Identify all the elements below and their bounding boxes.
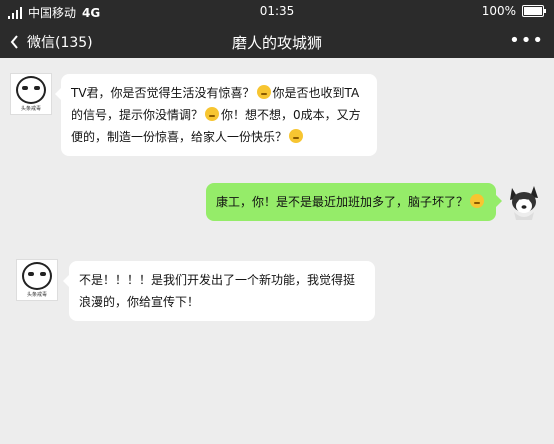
smile-emoji-icon bbox=[256, 85, 271, 99]
husky-dog-icon bbox=[510, 186, 538, 220]
avatar-caption: 头条戒毒 bbox=[20, 106, 41, 112]
avatar-caption: 头条戒毒 bbox=[26, 292, 47, 298]
message-text: 不是！！！！是我们开发出了一个新功能，我觉得挺浪漫的，你给宣传下！ bbox=[79, 273, 356, 309]
message-bubble[interactable]: 不是！！！！是我们开发出了一个新功能，我觉得挺浪漫的，你给宣传下！ bbox=[63, 261, 375, 321]
more-options-icon[interactable]: ••• bbox=[509, 30, 544, 51]
status-right: 100% bbox=[481, 4, 546, 18]
smile-emoji-icon bbox=[470, 194, 485, 208]
status-time: 01:35 bbox=[259, 4, 295, 18]
back-button[interactable]: 微信(135) bbox=[10, 32, 93, 52]
message-bubble[interactable]: 康工，你！是不是最近加班加多了，脑子坏了？ bbox=[206, 183, 502, 221]
meme-face-icon bbox=[16, 76, 46, 104]
status-bar: 中国移动 4G 01:35 100% bbox=[0, 0, 554, 24]
battery-icon bbox=[522, 5, 546, 17]
message-text: TV君，你是否觉得生活没有惊喜？ bbox=[71, 86, 255, 100]
chat-navbar: 微信(135) 磨人的攻城狮 ••• bbox=[0, 24, 554, 58]
avatar[interactable] bbox=[504, 182, 544, 222]
battery-percent: 100% bbox=[481, 4, 516, 18]
grin-emoji-icon bbox=[289, 129, 304, 143]
chevron-left-icon bbox=[10, 35, 18, 49]
avatar[interactable]: 头条戒毒 bbox=[16, 259, 58, 301]
meme-face-icon bbox=[22, 262, 52, 290]
message-text: 康工，你！是不是最近加班加多了，脑子坏了？ bbox=[216, 195, 469, 209]
battery-fill bbox=[524, 7, 542, 15]
back-label: 微信(135) bbox=[27, 35, 93, 51]
message-bubble[interactable]: TV君，你是否觉得生活没有惊喜？ 你是否也收到TA的信号，提示你没情调？ 你！想不想… bbox=[55, 74, 377, 156]
awkward-emoji-icon bbox=[205, 107, 220, 121]
avatar[interactable]: 头条戒毒 bbox=[10, 73, 52, 115]
